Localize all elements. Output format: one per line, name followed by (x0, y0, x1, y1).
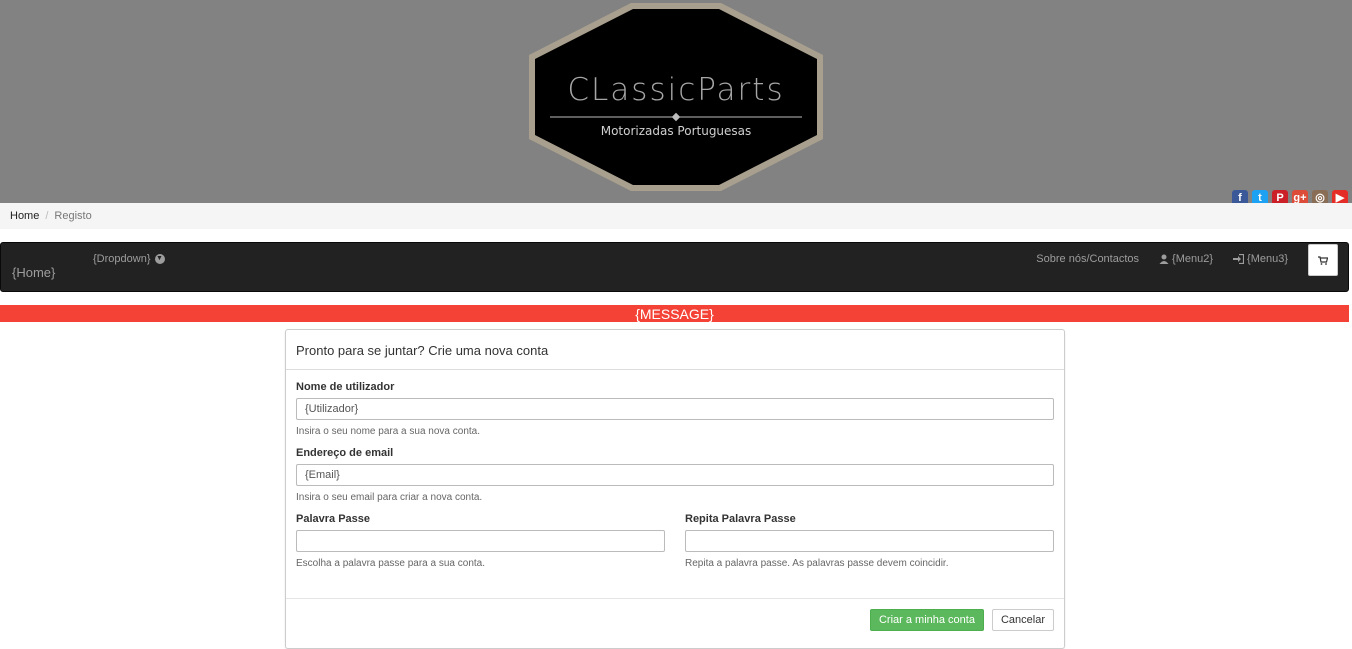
navbar-dropdown[interactable]: {Dropdown} ▼ (93, 253, 165, 265)
password-repeat-label: Repita Palavra Passe (685, 513, 796, 525)
cancel-button[interactable]: Cancelar (991, 609, 1054, 631)
username-label: Nome de utilizador (296, 381, 395, 393)
navbar-right: Sobre nós/Contactos {Menu2} {Menu3} (1036, 243, 1348, 291)
registration-panel: Pronto para se juntar? Crie uma nova con… (285, 329, 1065, 649)
nav-link-menu3[interactable]: {Menu3} (1233, 253, 1288, 265)
username-field[interactable] (296, 398, 1054, 420)
chevron-down-circle-icon: ▼ (154, 254, 165, 264)
shopping-cart-icon (1318, 255, 1328, 265)
email-field[interactable] (296, 464, 1054, 486)
user-icon (1159, 254, 1169, 264)
nav-link-menu2[interactable]: {Menu2} (1159, 253, 1213, 265)
svg-text:CLassicParts: CLassicParts (567, 72, 784, 108)
username-group: Nome de utilizador Insira o seu nome par… (296, 381, 1054, 437)
password-help: Escolha a palavra passe para a sua conta… (296, 558, 486, 569)
panel-heading: Pronto para se juntar? Crie uma nova con… (286, 330, 1064, 370)
create-account-button[interactable]: Criar a minha conta (869, 609, 984, 631)
nav-link-menu2-label: {Menu2} (1172, 253, 1214, 265)
cart-button[interactable] (1308, 244, 1338, 276)
password-repeat-field[interactable] (685, 530, 1054, 552)
nav-link-menu3-label: {Menu3} (1247, 253, 1288, 265)
navbar-dropdown-label: {Dropdown} (93, 253, 151, 265)
password-field[interactable] (296, 530, 665, 552)
breadcrumb-current: Registo (54, 210, 92, 222)
message-banner: {MESSAGE} (0, 305, 1349, 322)
password-row: Palavra Passe Escolha a palavra passe pa… (296, 513, 1054, 579)
log-in-icon (1233, 254, 1245, 264)
header-banner: CLassicParts Motorizadas Portuguesas ftP… (0, 0, 1352, 206)
password-label: Palavra Passe (296, 513, 371, 525)
password-repeat-help: Repita a palavra passe. As palavras pass… (685, 558, 949, 569)
panel-footer: Criar a minha conta Cancelar (286, 598, 1064, 631)
breadcrumb-separator: / (45, 210, 49, 222)
email-label: Endereço de email (296, 447, 394, 459)
nav-link-about[interactable]: Sobre nós/Contactos (1036, 253, 1139, 265)
classicparts-logo[interactable]: CLassicParts Motorizadas Portuguesas (523, 0, 829, 194)
panel-body: Nome de utilizador Insira o seu nome par… (286, 370, 1064, 579)
breadcrumb: Home / Registo (0, 203, 1352, 229)
password-repeat-group: Repita Palavra Passe Repita a palavra pa… (685, 513, 1054, 569)
password-group: Palavra Passe Escolha a palavra passe pa… (296, 513, 665, 569)
main-navbar: {Home} {Dropdown} ▼ Sobre nós/Contactos … (0, 242, 1349, 292)
email-group: Endereço de email Insira o seu email par… (296, 447, 1054, 503)
svg-text:Motorizadas Portuguesas: Motorizadas Portuguesas (601, 124, 752, 138)
username-help: Insira o seu nome para a sua nova conta. (296, 426, 481, 437)
breadcrumb-home[interactable]: Home (10, 210, 39, 222)
email-help: Insira o seu email para criar a nova con… (296, 492, 483, 503)
navbar-brand-home[interactable]: {Home} (12, 265, 55, 280)
